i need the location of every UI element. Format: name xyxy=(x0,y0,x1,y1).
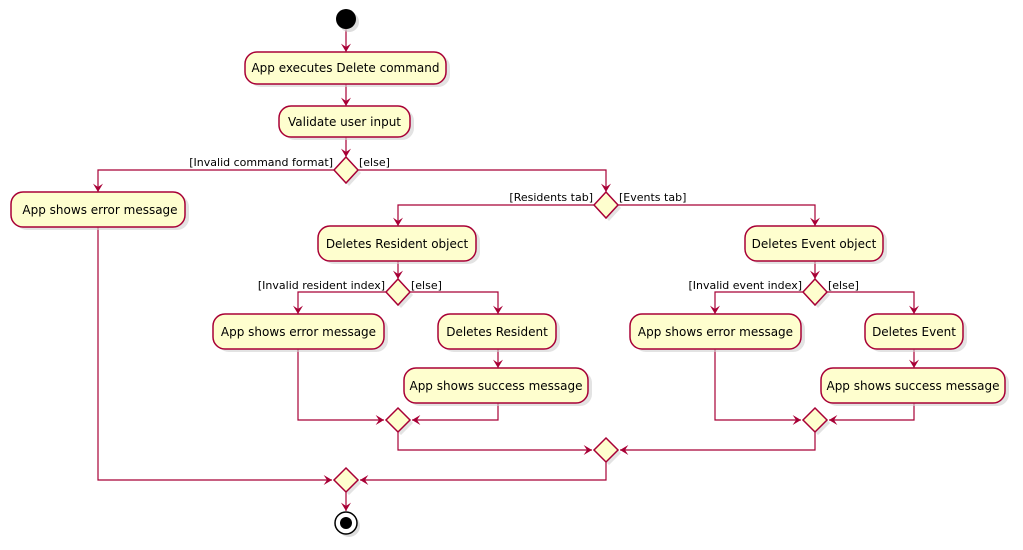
activity-label: Deletes Resident object xyxy=(326,237,469,251)
activity-label: App executes Delete command xyxy=(251,61,439,75)
activity-error-main: App shows error message xyxy=(10,191,189,230)
guard-invalid-command-format: [Invalid command format] xyxy=(189,156,333,169)
guard-residents-tab: [Residents tab] xyxy=(509,191,593,204)
guard-else-resident: [else] xyxy=(411,279,442,292)
edge-evmerge-tabmerge xyxy=(620,432,816,455)
activity-delete-event-object: Deletes Event object xyxy=(744,225,887,264)
activity-success-event: App shows success message xyxy=(820,367,1009,406)
edge-resmerge-tabmerge xyxy=(397,432,592,455)
decision-event-index xyxy=(801,277,830,308)
edge-else-resident xyxy=(410,291,503,314)
end-node xyxy=(334,511,360,537)
start-node xyxy=(336,9,359,32)
activity-delete-event: Deletes Event xyxy=(864,313,967,352)
edge-invalid-event xyxy=(710,291,803,314)
edge-reserr-merge xyxy=(297,349,384,425)
edge-everr-merge xyxy=(714,349,801,425)
activity-delete-resident-object: Deletes Resident object xyxy=(317,225,480,264)
edge-residents-tab xyxy=(393,204,594,226)
activity-label: Deletes Resident xyxy=(446,325,548,339)
edge-invalid-format xyxy=(93,169,334,192)
guard-else-event: [else] xyxy=(828,279,859,292)
decision-resident-index xyxy=(384,277,413,308)
activity-label: App shows success message xyxy=(409,379,582,393)
edge-else-main xyxy=(358,169,611,192)
activity-label: App shows success message xyxy=(826,379,999,393)
decision-command-format xyxy=(332,155,361,186)
guard-events-tab: [Events tab] xyxy=(619,191,686,204)
activity-delete-resident: Deletes Resident xyxy=(437,313,560,352)
activity-label: Deletes Event xyxy=(872,325,956,339)
activity-success-resident: App shows success message xyxy=(403,367,592,406)
edge-else-event xyxy=(827,291,919,314)
activity-label: App shows error message xyxy=(22,203,177,217)
merge-tab xyxy=(592,436,621,465)
merge-event xyxy=(801,406,830,435)
merge-final xyxy=(332,466,361,495)
activity-error-event: App shows error message xyxy=(629,313,805,352)
edge-invalid-resident xyxy=(293,291,386,314)
decision-tab xyxy=(592,190,621,221)
edges xyxy=(93,29,919,511)
activity-diagram: App executes Delete command Validate use… xyxy=(10,9,1009,537)
guard-invalid-resident-index: [Invalid resident index] xyxy=(258,279,385,292)
edge-events-tab xyxy=(618,204,820,226)
activity-label: App shows error message xyxy=(221,325,376,339)
activity-validate: Validate user input xyxy=(278,105,414,140)
activity-execute: App executes Delete command xyxy=(244,51,450,87)
activity-error-resident: App shows error message xyxy=(212,313,388,352)
guard-else-main: [else] xyxy=(359,156,390,169)
merge-resident xyxy=(384,406,413,435)
guard-invalid-event-index: [Invalid event index] xyxy=(688,279,802,292)
edge-tabmerge-final-merge xyxy=(360,462,607,485)
edge-error-final-merge xyxy=(97,227,332,485)
activity-label: Validate user input xyxy=(288,115,401,129)
activity-label: Deletes Event object xyxy=(752,237,877,251)
activity-label: App shows error message xyxy=(638,325,793,339)
